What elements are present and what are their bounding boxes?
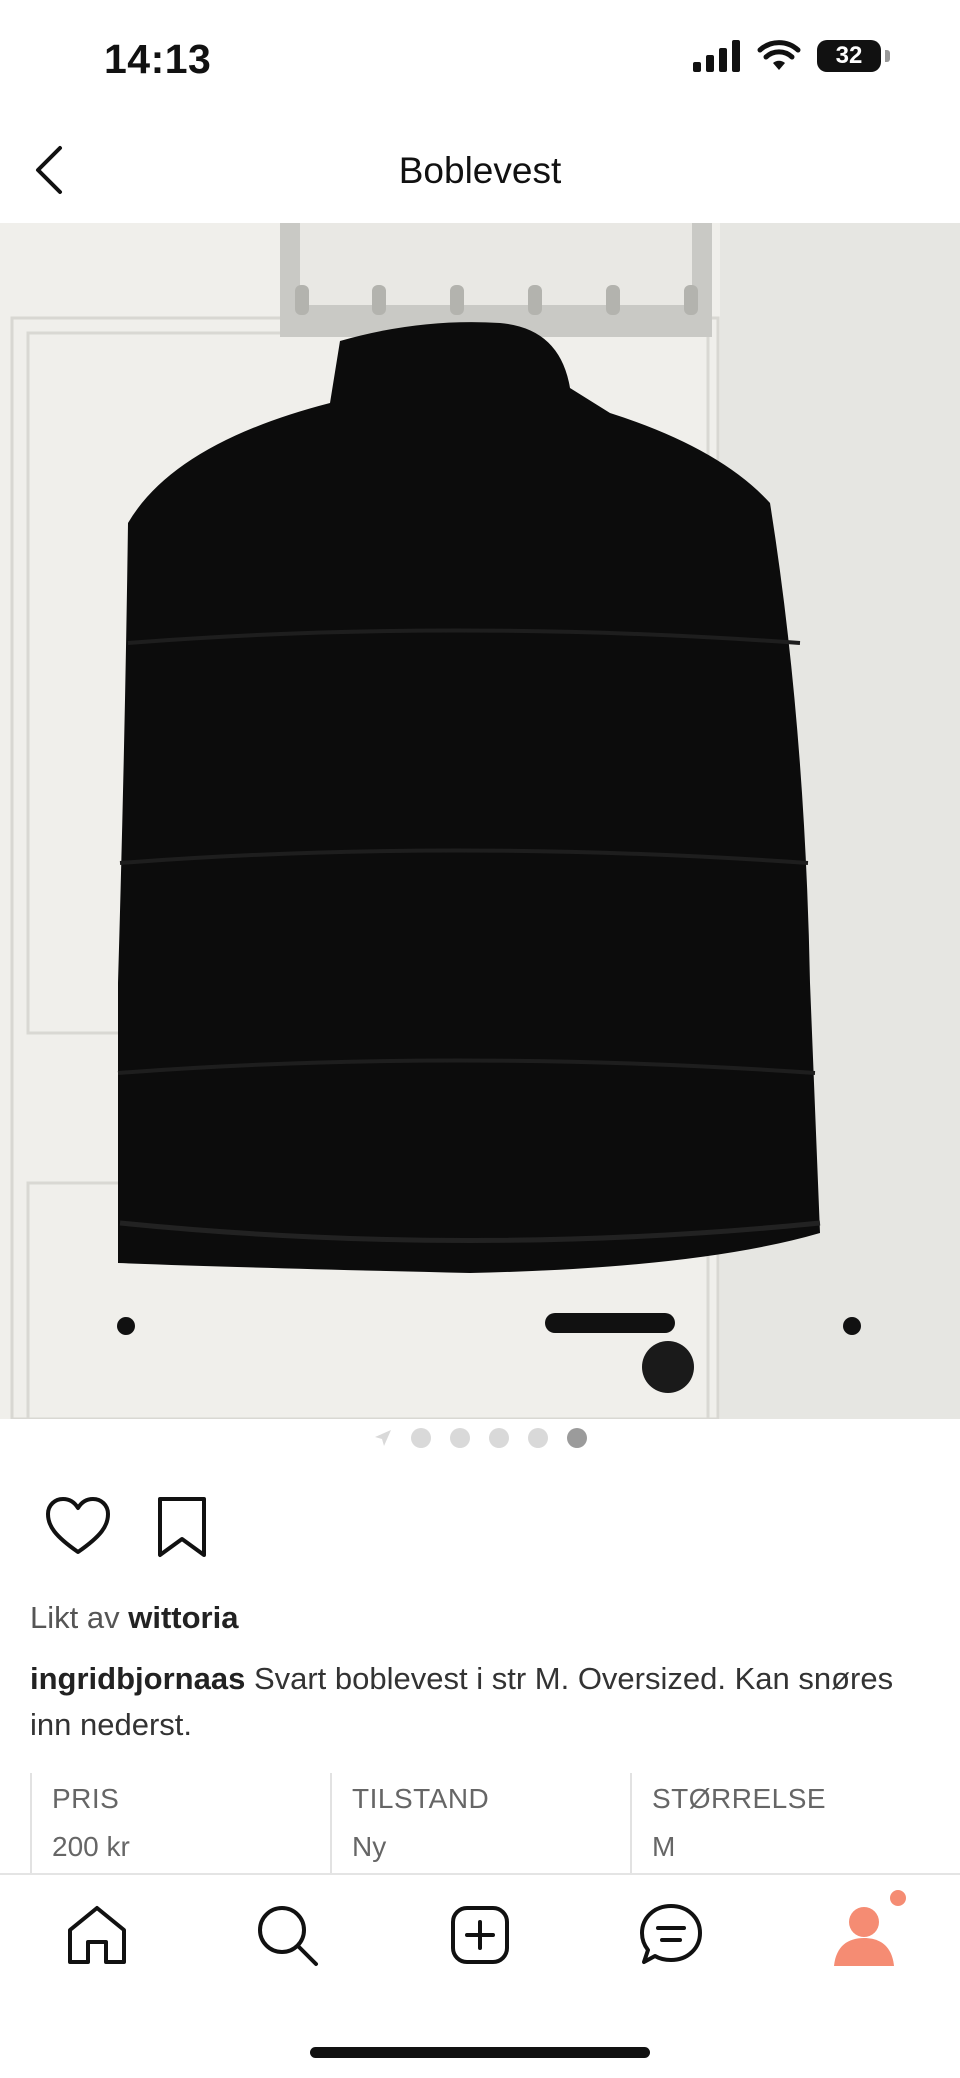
status-icons: 32 [693, 40, 890, 72]
search-icon[interactable] [252, 1900, 322, 1970]
info-condition: TILSTAND Ny [330, 1773, 630, 1873]
profile-icon[interactable] [828, 1890, 908, 1970]
info-label: TILSTAND [352, 1783, 490, 1814]
signal-icon [693, 40, 740, 72]
messages-icon[interactable] [636, 1900, 706, 1970]
info-price: PRIS 200 kr [30, 1773, 330, 1873]
heart-icon[interactable] [45, 1496, 111, 1556]
vest-photo-illustration [0, 223, 960, 1419]
carousel-dot[interactable] [449, 1428, 470, 1448]
info-label: STØRRELSE [652, 1783, 827, 1814]
info-value: Ny [352, 1831, 387, 1862]
product-info: PRIS 200 kr TILSTAND Ny STØRRELSE M [30, 1773, 930, 1873]
liked-by-prefix: Likt av [30, 1600, 120, 1635]
battery-cap [885, 50, 890, 62]
info-label: PRIS [52, 1783, 120, 1814]
carousel-dot[interactable] [488, 1428, 509, 1448]
bookmark-icon[interactable] [155, 1495, 209, 1559]
info-size: STØRRELSE M [630, 1773, 930, 1873]
add-icon[interactable] [445, 1900, 515, 1970]
tab-bar-divider [0, 1873, 960, 1875]
info-value: 200 kr [52, 1831, 130, 1862]
battery-level: 32 [835, 42, 863, 69]
carousel-dot[interactable] [527, 1428, 548, 1448]
page-title: Boblevest [398, 150, 562, 191]
battery-icon: 32 [817, 40, 881, 72]
info-value: M [652, 1831, 676, 1862]
post-caption: ingridbjornaas Svart boblevest i str M. … [30, 1656, 910, 1748]
liked-by-user[interactable]: wittoria [128, 1600, 238, 1635]
wifi-icon [757, 40, 801, 70]
author-username[interactable]: ingridbjornaas [30, 1661, 245, 1696]
home-indicator[interactable] [310, 2047, 650, 2058]
carousel-indicator [0, 1428, 960, 1448]
carousel-dot[interactable] [410, 1428, 431, 1448]
product-photo[interactable] [0, 223, 960, 1419]
liked-by: Likt av wittoria [30, 1600, 238, 1636]
carousel-dot-active[interactable] [566, 1428, 587, 1448]
location-arrow-icon [374, 1430, 391, 1446]
status-time: 14:13 [104, 36, 212, 82]
home-icon[interactable] [62, 1900, 132, 1970]
